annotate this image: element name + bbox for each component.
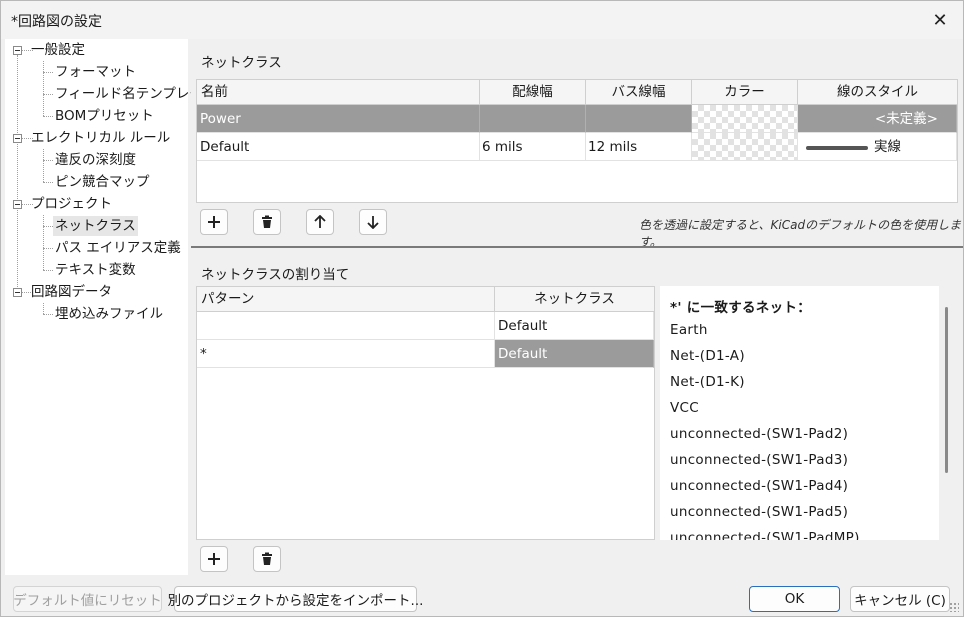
tree-item-embedded-files[interactable]: 埋め込みファイル <box>55 304 163 324</box>
netclasses-grid: 名前 配線幅 バス線幅 カラー 線のスタイル Power <未定義> Defau… <box>196 79 958 203</box>
move-down-button[interactable] <box>359 209 387 235</box>
col-header-pattern[interactable]: パターン <box>197 287 495 312</box>
wire-width-cell[interactable]: 6 mils <box>480 133 586 161</box>
tree-item-net-classes[interactable]: ネットクラス <box>53 216 138 236</box>
collapse-icon[interactable] <box>13 46 22 55</box>
move-up-button[interactable] <box>306 209 334 235</box>
assignments-title: ネットクラスの割り当て <box>201 267 350 283</box>
delete-netclass-button[interactable] <box>253 209 281 235</box>
plus-icon <box>208 553 220 565</box>
schematic-setup-dialog: *回路図の設定 ✕ 一般設定 フォーマット フィールド名テンプレート BOMプリ… <box>0 0 964 617</box>
arrow-up-icon <box>314 215 326 228</box>
net-item: unconnected-(SW1-Pad4) <box>670 478 849 494</box>
tree-item-bom-presets[interactable]: BOMプリセット <box>55 106 154 126</box>
line-style-cell[interactable]: 実線 <box>798 133 957 161</box>
matching-nets-list: *' に一致するネット： Earth Net-(D1-A) Net-(D1-K)… <box>660 286 939 540</box>
net-item: Net-(D1-K) <box>670 374 745 390</box>
tree-item-path-aliases[interactable]: パス エイリアス定義 <box>55 238 181 258</box>
net-item: unconnected-(SW1-Pad2) <box>670 426 849 442</box>
pattern-cell[interactable]: * <box>197 340 495 368</box>
tree-item-format[interactable]: フォーマット <box>55 62 136 82</box>
arrow-down-icon <box>367 216 379 229</box>
plus-icon <box>208 216 220 228</box>
net-item: unconnected-(SW1-Pad5) <box>670 504 849 520</box>
add-assignment-button[interactable] <box>200 546 228 572</box>
solid-line-sample <box>806 146 868 150</box>
tree-item-violation-severity[interactable]: 違反の深刻度 <box>55 150 136 170</box>
matching-nets-header: *' に一致するネット： <box>670 300 811 316</box>
delete-assignment-button[interactable] <box>253 546 281 572</box>
assignments-grid: パターン ネットクラス Default * Default <box>196 286 655 540</box>
net-item: Earth <box>670 322 708 338</box>
wire-width-cell[interactable] <box>480 105 586 133</box>
nets-scrollbar[interactable] <box>945 307 948 473</box>
settings-tree: 一般設定 フォーマット フィールド名テンプレート BOMプリセット エレクトリカ… <box>5 39 216 575</box>
close-icon: ✕ <box>932 9 948 31</box>
tree-item-pin-conflicts[interactable]: ピン競合マップ <box>55 172 150 192</box>
cancel-button[interactable]: キャンセル (C) <box>850 586 950 612</box>
net-item: unconnected-(SW1-PadMP) <box>670 530 860 540</box>
collapse-icon[interactable] <box>13 134 22 143</box>
tree-item-electrical-rules[interactable]: エレクトリカル ルール <box>31 128 170 148</box>
panel-splitter[interactable] <box>191 246 963 248</box>
import-settings-button[interactable]: 別のプロジェクトから設定をインポート... <box>168 586 423 612</box>
bus-width-cell[interactable] <box>586 105 692 133</box>
color-hint-text: 色を透過に設定すると、KiCadのデフォルトの色を使用します。 <box>639 218 962 249</box>
color-swatch-cell[interactable] <box>692 105 798 133</box>
col-header-wire-width[interactable]: 配線幅 <box>480 80 586 105</box>
trash-icon <box>262 552 272 565</box>
tree-item-general[interactable]: 一般設定 <box>31 40 85 60</box>
collapse-icon[interactable] <box>13 200 22 209</box>
color-swatch-cell[interactable] <box>692 133 798 161</box>
netclass-name-cell[interactable]: Default <box>197 133 480 161</box>
title-bar: *回路図の設定 ✕ <box>1 1 963 39</box>
netclasses-title: ネットクラス <box>201 55 282 71</box>
bus-width-cell[interactable]: 12 mils <box>586 133 692 161</box>
net-item: unconnected-(SW1-Pad3) <box>670 452 849 468</box>
line-style-cell[interactable]: <未定義> <box>798 105 957 133</box>
tree-item-schematic-data[interactable]: 回路図データ <box>31 282 112 302</box>
col-header-name[interactable]: 名前 <box>197 80 480 105</box>
line-style-label: 実線 <box>874 139 901 155</box>
net-item: VCC <box>670 400 699 416</box>
close-button[interactable]: ✕ <box>923 5 957 35</box>
col-header-netclass[interactable]: ネットクラス <box>495 287 654 312</box>
collapse-icon[interactable] <box>13 288 22 297</box>
pattern-cell[interactable] <box>197 312 495 340</box>
trash-icon <box>262 215 272 228</box>
add-netclass-button[interactable] <box>200 209 228 235</box>
netclass-cell[interactable]: Default <box>495 312 654 340</box>
resize-grip-icon[interactable] <box>949 602 959 612</box>
tree-item-project[interactable]: プロジェクト <box>31 194 112 214</box>
col-header-bus-width[interactable]: バス線幅 <box>586 80 692 105</box>
tree-item-text-variables[interactable]: テキスト変数 <box>55 260 136 280</box>
col-header-line-style[interactable]: 線のスタイル <box>798 80 957 105</box>
col-header-color[interactable]: カラー <box>692 80 798 105</box>
reset-defaults-button[interactable]: デフォルト値にリセット <box>13 586 162 612</box>
ok-button[interactable]: OK <box>749 586 840 612</box>
netclass-name-cell[interactable]: Power <box>197 105 480 133</box>
netclass-cell[interactable]: Default <box>495 340 654 368</box>
window-title: *回路図の設定 <box>11 14 102 30</box>
net-item: Net-(D1-A) <box>670 348 745 364</box>
